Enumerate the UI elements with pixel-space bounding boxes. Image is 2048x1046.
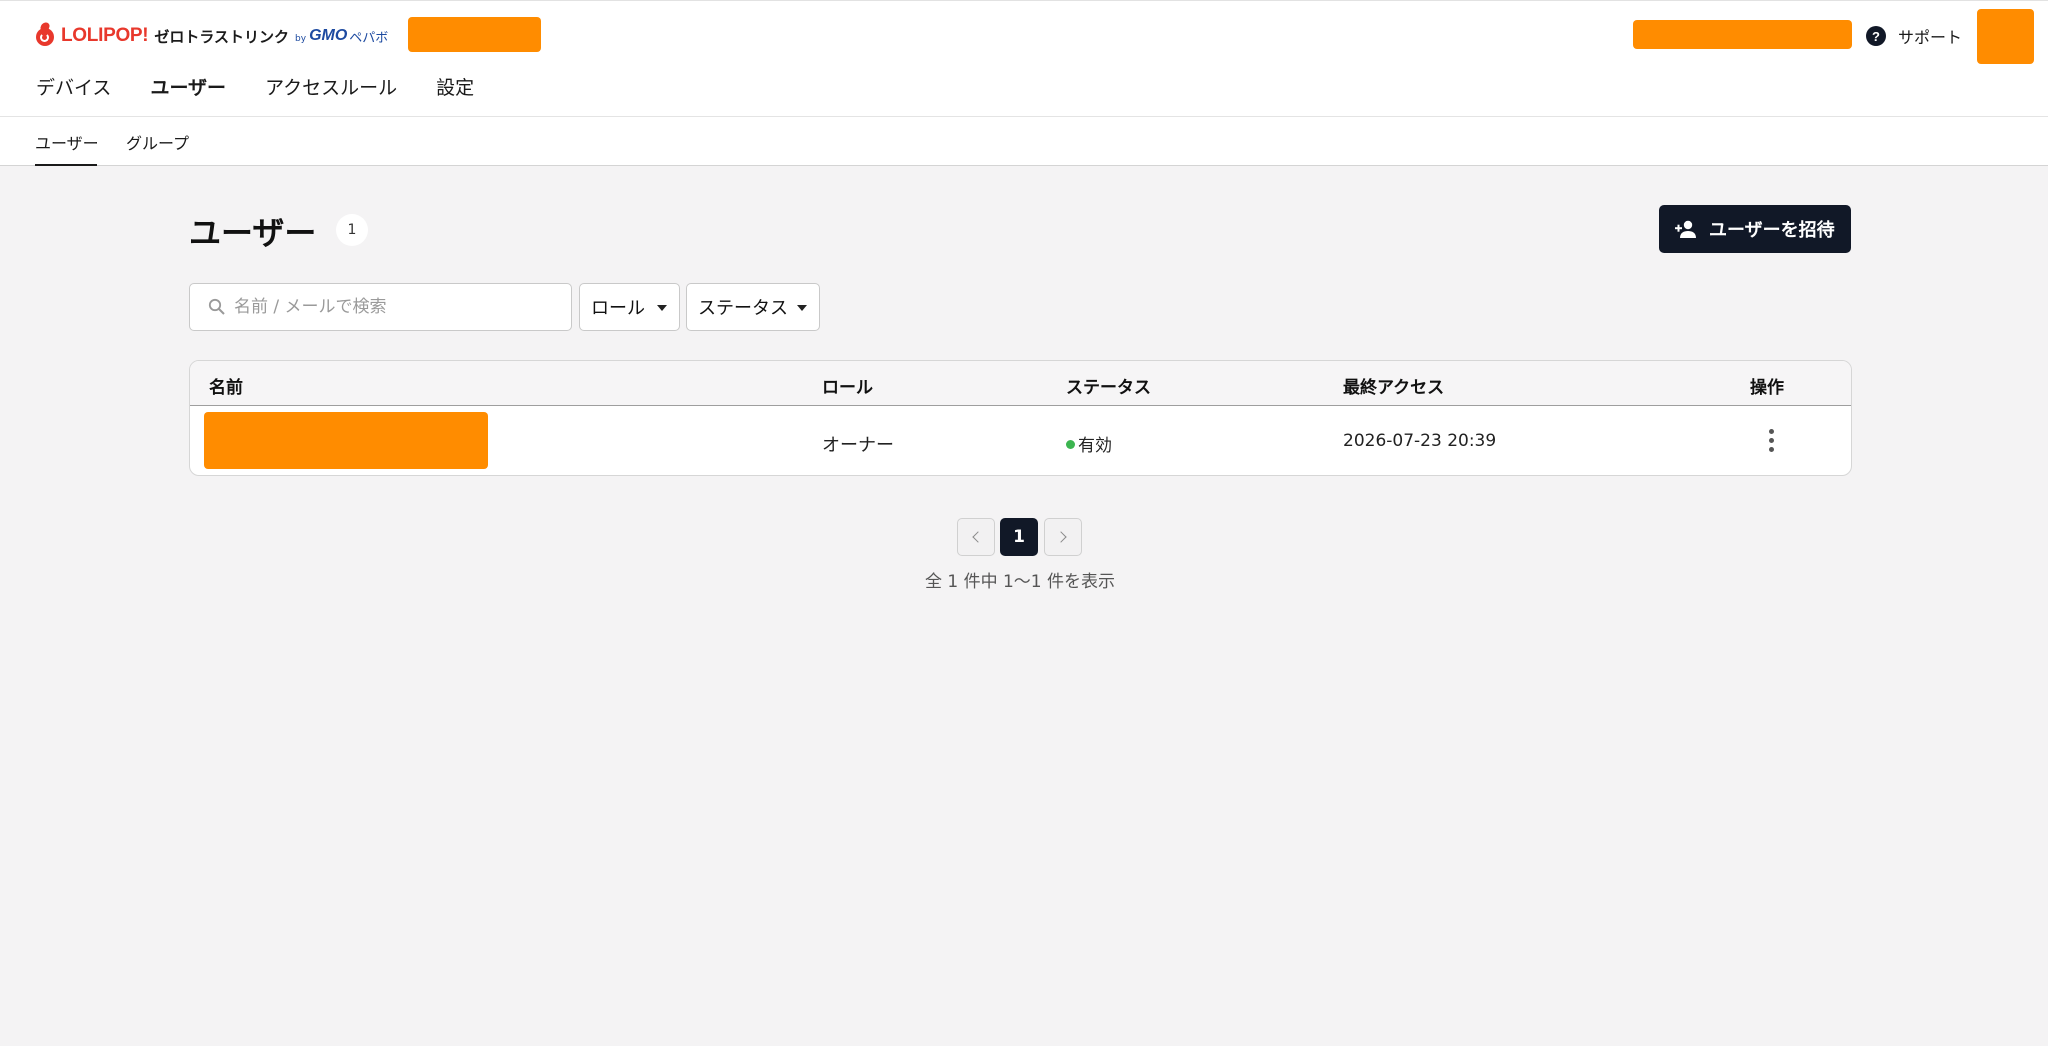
redacted-user-name[interactable] — [204, 412, 488, 469]
redacted-account-info[interactable] — [1633, 20, 1852, 49]
invite-user-button[interactable]: ユーザーを招待 — [1659, 205, 1851, 253]
person-add-icon — [1675, 220, 1696, 238]
role-filter-label: ロール — [591, 298, 645, 319]
main-nav-item-users[interactable]: ユーザー — [150, 75, 226, 105]
user-last-access: 2026-07-23 20:39 — [1343, 431, 1497, 451]
main-nav: デバイス ユーザー アクセスルール 設定 — [36, 75, 513, 105]
main-nav-item-access-rules[interactable]: アクセスルール — [265, 75, 397, 105]
role-filter-select[interactable]: ロール — [579, 283, 680, 331]
caret-down-icon — [657, 305, 667, 311]
search-input[interactable] — [234, 297, 554, 317]
redacted-organization-name[interactable] — [408, 17, 541, 52]
sub-nav-tab-groups[interactable]: グループ — [126, 130, 189, 154]
user-status: 有効 — [1066, 431, 1112, 456]
active-tab-indicator — [35, 164, 97, 166]
caret-down-icon — [797, 305, 807, 311]
top-bar: LOLIPOP! ゼロトラストリンク by GMO ペパボ ? サポート デバイ… — [0, 0, 2048, 116]
column-header-last-access: 最終アクセス — [1343, 378, 1445, 398]
main-nav-item-settings[interactable]: 設定 — [436, 75, 474, 105]
table-header: 名前 ロール ステータス 最終アクセス 操作 — [190, 361, 1851, 406]
column-header-name: 名前 — [209, 378, 243, 398]
logo-by-text: by — [295, 34, 307, 44]
search-icon — [208, 298, 225, 315]
table-row[interactable]: オーナー 有効 2026-07-23 20:39 — [190, 407, 1851, 475]
status-filter-select[interactable]: ステータス — [686, 283, 820, 331]
chevron-right-icon — [1055, 531, 1067, 543]
column-header-status: ステータス — [1066, 378, 1151, 398]
column-header-actions: 操作 — [1750, 378, 1784, 398]
logo-lolipop-text: LOLIPOP! — [61, 25, 149, 46]
invite-user-button-label: ユーザーを招待 — [1709, 220, 1835, 241]
status-active-dot — [1066, 440, 1075, 449]
logo-product-text: ゼロトラストリンク — [154, 27, 290, 46]
more-actions-icon[interactable] — [1764, 429, 1780, 453]
pagination-prev-button[interactable] — [957, 518, 995, 556]
lolipop-logo-icon — [35, 24, 55, 48]
question-circle-icon: ? — [1866, 26, 1886, 46]
app-logo[interactable]: LOLIPOP! ゼロトラストリンク by GMO ペパボ — [35, 21, 388, 51]
page-title: ユーザー — [189, 214, 317, 252]
user-status-label: 有効 — [1078, 436, 1112, 456]
main-nav-item-devices[interactable]: デバイス — [36, 75, 111, 105]
support-label: サポート — [1898, 28, 1963, 47]
pagination-next-button[interactable] — [1044, 518, 1082, 556]
pagination-page-current[interactable]: 1 — [1000, 518, 1038, 556]
logo-gmo-text: GMO — [309, 27, 348, 44]
user-role: オーナー — [822, 435, 894, 456]
chevron-left-icon — [972, 531, 984, 543]
users-table: 名前 ロール ステータス 最終アクセス 操作 オーナー 有効 2026-07-2… — [189, 360, 1852, 476]
status-filter-label: ステータス — [698, 298, 788, 319]
redacted-user-avatar[interactable] — [1977, 9, 2034, 64]
search-field[interactable] — [189, 283, 572, 331]
pagination-summary: 全 1 件中 1〜1 件を表示 — [924, 572, 1116, 592]
user-count-badge: 1 — [336, 214, 368, 246]
sub-nav: ユーザー グループ — [0, 116, 2048, 166]
column-header-role: ロール — [822, 378, 873, 398]
logo-pepabo-text: ペパボ — [349, 30, 389, 46]
support-link[interactable]: ? サポート — [1866, 24, 1962, 48]
sub-nav-tab-users[interactable]: ユーザー — [35, 130, 99, 154]
